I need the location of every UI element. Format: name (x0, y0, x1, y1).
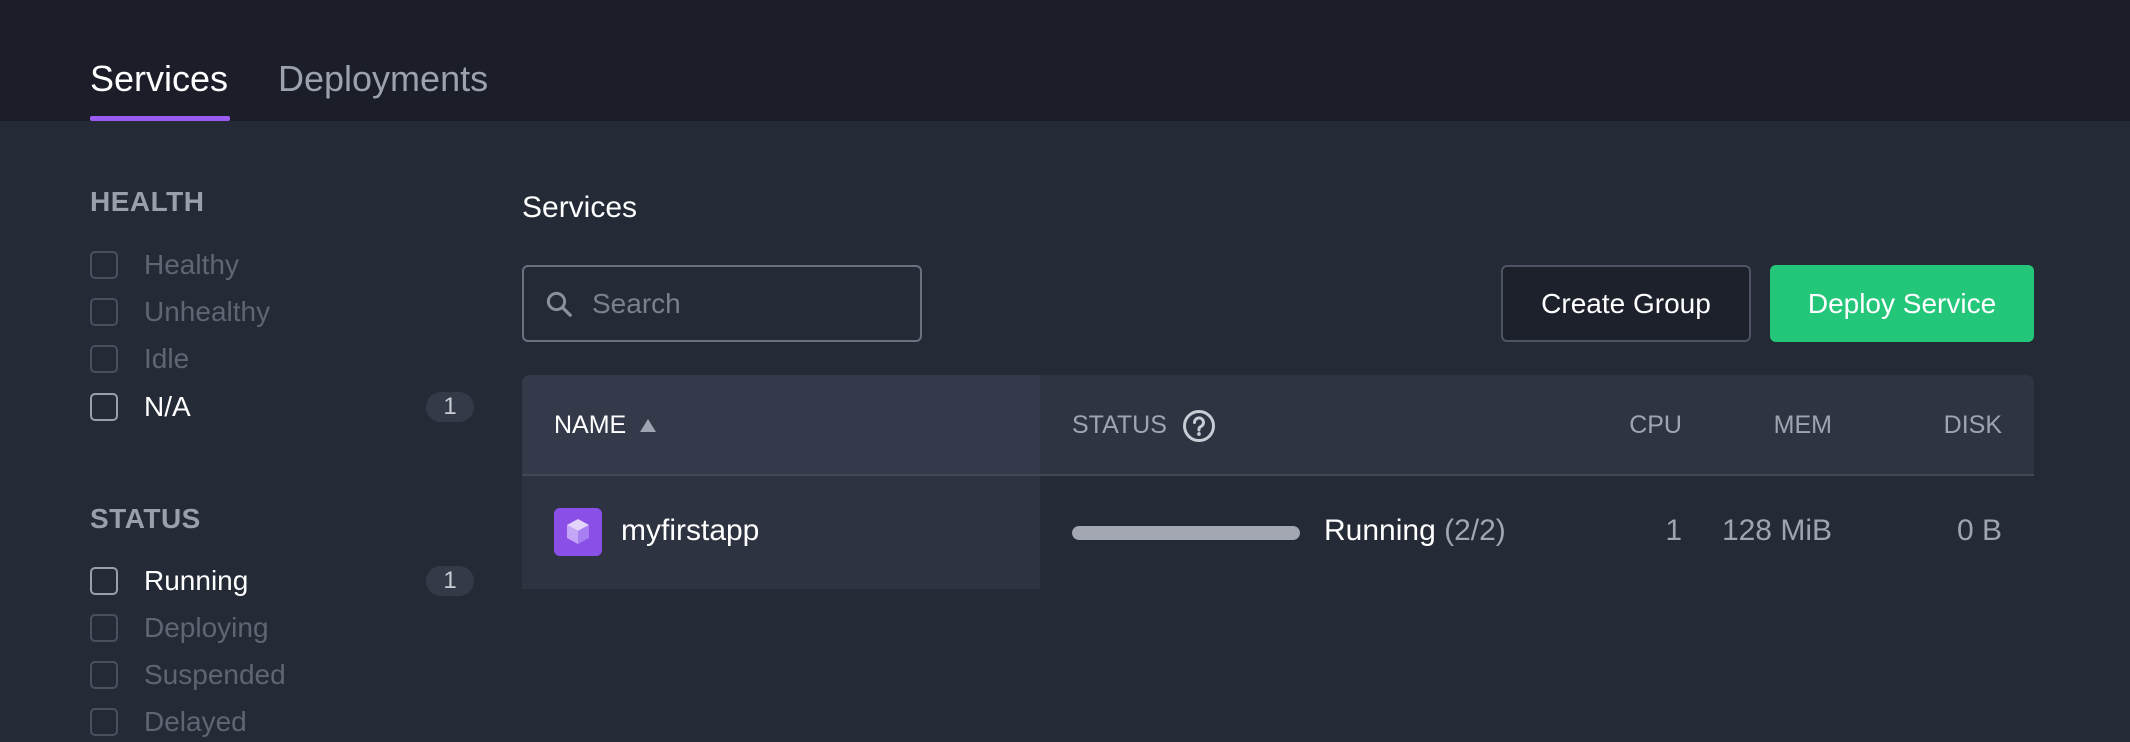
healthy-checkbox[interactable] (90, 251, 118, 279)
filter-label: Idle (144, 343, 190, 374)
filter-count-badge: 1 (426, 566, 474, 596)
filter-label: N/A (144, 391, 191, 422)
service-name-link[interactable]: myfirstapp (621, 514, 759, 548)
delayed-checkbox[interactable] (90, 708, 118, 736)
filter-count-badge: 1 (426, 392, 474, 422)
mem-value: 128 MiB (1721, 514, 1832, 547)
deploying-checkbox[interactable] (90, 614, 118, 642)
top-nav-bar: Services Deployments (0, 0, 2130, 121)
status-progress-fill (1072, 526, 1300, 540)
filter-healthy[interactable]: Healthy (90, 245, 474, 285)
search-icon (546, 291, 572, 317)
tab-services[interactable]: Services (90, 58, 228, 100)
services-table: NAME STATUS CPU MEM DISK myfirstapp Runn… (522, 375, 2034, 589)
filter-na[interactable]: N/A 1 (90, 387, 474, 427)
column-header-name[interactable]: NAME (554, 411, 626, 440)
deploy-service-button[interactable]: Deploy Service (1770, 265, 2034, 342)
help-circle-icon[interactable] (1182, 409, 1216, 443)
status-filter-heading: STATUS (90, 503, 201, 534)
table-row[interactable]: myfirstapp Running (2/2) 1 128 MiB 0 B (522, 476, 2034, 589)
filter-label: Deploying (144, 612, 269, 643)
disk-value: 0 B (1956, 514, 2002, 547)
tab-deployments[interactable]: Deployments (278, 58, 488, 100)
cube-icon (554, 508, 602, 556)
running-checkbox[interactable] (90, 567, 118, 595)
create-group-button[interactable]: Create Group (1501, 265, 1751, 342)
filter-label: Running (144, 565, 249, 596)
filter-idle[interactable]: Idle (90, 339, 474, 379)
filter-delayed[interactable]: Delayed (90, 702, 474, 742)
instance-count: (2/2) (1444, 514, 1506, 547)
filter-label: Healthy (144, 249, 239, 280)
search-box[interactable] (522, 265, 922, 342)
na-checkbox[interactable] (90, 393, 118, 421)
cpu-value: 1 (1665, 514, 1682, 547)
active-tab-indicator (90, 116, 230, 121)
column-header-cpu[interactable]: CPU (1629, 411, 1682, 440)
page-title: Services (522, 191, 638, 224)
column-header-disk[interactable]: DISK (1944, 411, 2002, 440)
filter-label: Unhealthy (144, 296, 271, 327)
search-input[interactable] (590, 286, 914, 321)
table-header: NAME STATUS CPU MEM DISK (522, 375, 2034, 476)
filter-unhealthy[interactable]: Unhealthy (90, 292, 474, 332)
status-text: Running (2/2) (1324, 514, 1506, 548)
sort-ascending-icon[interactable] (640, 419, 656, 432)
filter-label: Delayed (144, 706, 247, 737)
idle-checkbox[interactable] (90, 345, 118, 373)
health-filter-heading: HEALTH (90, 186, 205, 217)
status-label: Running (1324, 514, 1436, 547)
column-header-mem[interactable]: MEM (1774, 411, 1832, 440)
filter-running[interactable]: Running 1 (90, 561, 474, 601)
column-header-status[interactable]: STATUS (1072, 411, 1167, 440)
filter-suspended[interactable]: Suspended (90, 655, 474, 695)
status-progress-bar (1072, 526, 1300, 540)
filter-deploying[interactable]: Deploying (90, 608, 474, 648)
suspended-checkbox[interactable] (90, 661, 118, 689)
unhealthy-checkbox[interactable] (90, 298, 118, 326)
filter-label: Suspended (144, 659, 286, 690)
